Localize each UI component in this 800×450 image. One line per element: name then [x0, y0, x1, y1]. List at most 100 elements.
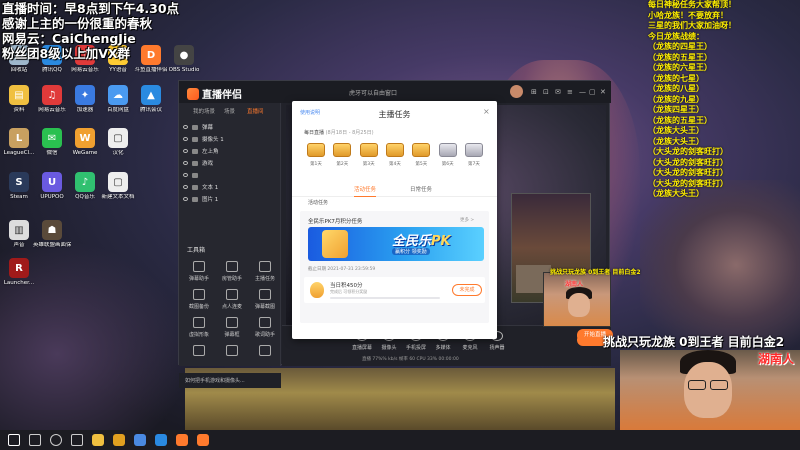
chest-label: 第1天: [310, 162, 322, 167]
close-icon[interactable]: ×: [483, 107, 490, 116]
desktop-icon[interactable]: R Launcher...: [0, 258, 38, 287]
tool-icon: [259, 261, 271, 272]
eye-icon[interactable]: [183, 197, 188, 201]
tool-item[interactable]: 点人连麦: [217, 289, 247, 310]
source-row[interactable]: 摄像头 1: [183, 134, 277, 144]
eye-icon[interactable]: [183, 185, 188, 189]
maximize-icon[interactable]: ▢: [589, 88, 596, 96]
qq-icon[interactable]: [155, 434, 167, 446]
gift-icon[interactable]: ⊞: [531, 88, 537, 96]
reward-chest[interactable]: 第3天: [357, 141, 381, 177]
eye-icon[interactable]: [183, 149, 188, 153]
desktop-icon-label: Launcher...: [3, 280, 35, 286]
source-row[interactable]: [183, 170, 277, 180]
source-label: 左上角: [202, 149, 219, 155]
tool-item[interactable]: [217, 345, 247, 359]
tool-item[interactable]: 弹幕框: [217, 317, 247, 338]
source-icon: [192, 136, 198, 142]
source-label: 摄像头 1: [202, 137, 224, 143]
bottom-tool-label: 手机投屏: [405, 345, 426, 351]
menu-icon[interactable]: ≡: [567, 88, 573, 96]
source-icon: [192, 172, 198, 178]
tab-scenes[interactable]: 场景: [224, 107, 235, 115]
task-name: 当日积450分: [330, 283, 363, 289]
task-description: 完成后 可领积分奖励: [330, 289, 368, 294]
source-label: 文本 1: [202, 185, 219, 191]
pk-banner[interactable]: 全民乐PK 赢积分 领奖励: [308, 227, 484, 261]
source-row[interactable]: 左上角: [183, 146, 277, 156]
scene-panel: 我的场景 场景 直播间 弹幕 摄像头 1 左上角 游戏 文本 1 图片 1 工具箱 弹幕助…: [179, 103, 281, 388]
app-logo: 直播伴侣: [187, 86, 242, 101]
eye-icon[interactable]: [183, 173, 188, 177]
eye-icon[interactable]: [183, 137, 188, 141]
trophy-icon: [322, 230, 348, 258]
help-bar[interactable]: 如何把手机游戏和摄像头...: [179, 373, 281, 388]
tool-item[interactable]: 虚拟形象: [184, 317, 214, 338]
tab-my-scenes[interactable]: 我的场景: [193, 107, 215, 115]
explorer-icon[interactable]: [92, 434, 104, 446]
mail-icon[interactable]: ✉: [555, 88, 561, 96]
desktop-icon[interactable]: ▢ 新建文本文档: [99, 172, 137, 201]
reward-chest[interactable]: 第5天: [409, 141, 433, 177]
tool-item[interactable]: 主播任务: [250, 261, 280, 282]
live-icon[interactable]: [176, 434, 188, 446]
chest-row: 第1天 第2天 第3天 第4天 第5天 第6天 第7天: [304, 141, 486, 177]
record-line: （龙族的八星）: [648, 84, 704, 93]
anchor-task-dialog: 主播任务 使用说明 × 每日直播 (8月18日 - 8月25日) 第1天 第2天第…: [292, 101, 497, 339]
app-icon: ▤: [9, 85, 29, 105]
tool-item[interactable]: [250, 345, 280, 359]
eye-icon[interactable]: [183, 161, 188, 165]
tool-icon: [259, 345, 271, 356]
face: [684, 362, 732, 418]
tool-item[interactable]: [184, 345, 214, 359]
close-icon[interactable]: ✕: [600, 88, 606, 96]
app-icon: U: [42, 172, 62, 192]
overlay-line: 直播时间：早8点到下午4.30点: [2, 1, 180, 16]
start-icon[interactable]: [8, 434, 20, 446]
search-icon[interactable]: [29, 434, 41, 446]
window-title: 虎牙可以自由窗口: [349, 90, 398, 97]
reward-chest[interactable]: 第2天: [330, 141, 354, 177]
tool-item[interactable]: 弹幕助手: [184, 261, 214, 282]
desktop-icon[interactable]: ▲ 腾讯会议: [132, 85, 170, 114]
cortana-icon[interactable]: [50, 434, 62, 446]
help-link[interactable]: 使用说明: [300, 109, 320, 116]
chrome-icon[interactable]: [113, 434, 125, 446]
tool-item[interactable]: 截图备份: [184, 289, 214, 310]
bottom-tool-label: 麦克风: [462, 345, 478, 351]
avatar[interactable]: [510, 85, 523, 98]
task-status-button[interactable]: 未完成: [452, 284, 482, 296]
source-row[interactable]: 图片 1: [183, 194, 277, 204]
source-row[interactable]: 游戏: [183, 158, 277, 168]
eye-icon[interactable]: [183, 125, 188, 129]
tool-item[interactable]: 弹幕截图: [250, 289, 280, 310]
tool-item[interactable]: 房管助手: [217, 261, 247, 282]
source-icon: [192, 184, 198, 190]
bottom-tool-label: 多媒体: [435, 345, 451, 351]
reward-chest[interactable]: 第6天: [436, 141, 460, 177]
minimize-icon[interactable]: —: [579, 88, 586, 96]
source-row[interactable]: 弹幕: [183, 122, 277, 132]
desktop-icon[interactable]: ▢ 汉化: [99, 128, 137, 157]
record-line: 每日神秘任务大家帮顶！: [648, 0, 736, 9]
glasses-right: [710, 380, 728, 390]
tab-daily-tasks[interactable]: 日常任务: [410, 185, 432, 193]
tool-icon: [226, 345, 238, 356]
desktop-icon[interactable]: ☗ 英雄联盟画面保护程序: [33, 220, 71, 249]
reward-chest[interactable]: 第1天: [304, 141, 328, 177]
tab-activity-tasks[interactable]: 活动任务: [354, 185, 377, 197]
bottom-tool-label: 直播屏幕: [351, 345, 372, 351]
more-link[interactable]: 更多 >: [460, 217, 474, 223]
reward-chest[interactable]: 第4天: [383, 141, 407, 177]
reward-chest[interactable]: 第7天: [462, 141, 486, 177]
taskview-icon[interactable]: [71, 434, 83, 446]
tab-live-room[interactable]: 直播间: [247, 107, 264, 115]
source-row[interactable]: 文本 1: [183, 182, 277, 192]
obs-icon[interactable]: [197, 434, 209, 446]
face: [568, 293, 590, 317]
lock-icon[interactable]: ⊡: [543, 88, 549, 96]
tool-item[interactable]: 歌词助手: [250, 317, 280, 338]
record-line: （龙族大头王）: [648, 189, 704, 198]
record-line: （龙族的七星）: [648, 73, 704, 83]
store-icon[interactable]: [134, 434, 146, 446]
